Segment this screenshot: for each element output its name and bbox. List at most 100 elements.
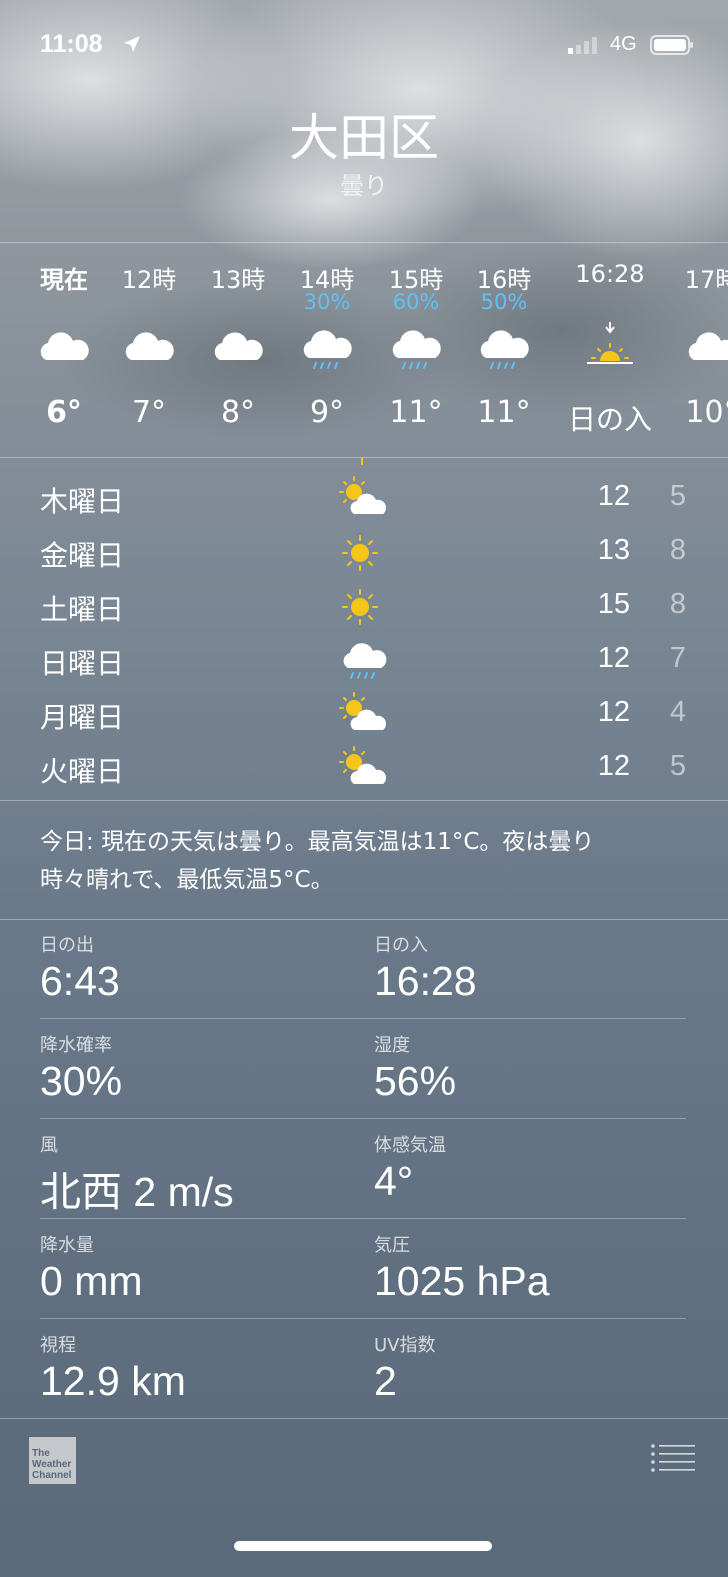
day-low: 7 [669, 642, 686, 674]
precip-chance-label: 降水確率 [40, 1035, 112, 1056]
sunset-label: 日の入 [374, 935, 428, 956]
wind-value: 北西 2 m/s [40, 1169, 234, 1215]
sunrise-value: 6:43 [40, 958, 120, 1004]
day-low: 5 [669, 750, 686, 782]
day-row: 土曜日 15 8 [0, 578, 728, 632]
home-indicator[interactable] [234, 1541, 492, 1551]
divider [40, 1218, 686, 1219]
daily-forecast[interactable]: 木曜日 12 5 金曜日 13 8 土曜日 15 8 日曜日 12 7 月曜日 … [0, 468, 728, 798]
day-name: 土曜日 [40, 593, 125, 626]
battery-icon [650, 35, 693, 55]
day-high: 12 [597, 480, 630, 512]
sunset-value: 16:28 [374, 958, 477, 1004]
cloud-icon [688, 332, 728, 360]
day-high: 12 [597, 750, 630, 782]
divider [0, 457, 728, 458]
logo-text: Channel [32, 1470, 72, 1481]
day-high: 13 [597, 534, 630, 566]
network-type: 4G [610, 33, 637, 55]
hour-precip: 60% [392, 290, 440, 314]
signal-strength-icon [568, 37, 597, 54]
summary-line: 時々晴れで、最低気温5°C。 [40, 867, 334, 893]
divider [0, 800, 728, 801]
hour-label: 12時 [121, 266, 177, 294]
day-high: 12 [597, 696, 630, 728]
day-name: 木曜日 [40, 485, 125, 518]
rain-cloud-icon [303, 330, 352, 369]
hour-temp: 11° [477, 395, 531, 430]
hour-temp: 7° [131, 395, 167, 430]
weather-channel-logo[interactable]: The Weather Channel [29, 1437, 76, 1484]
day-high: 15 [597, 588, 630, 620]
sun-icon [342, 535, 378, 571]
hour-label: 13時 [210, 266, 266, 294]
day-name: 月曜日 [40, 701, 125, 734]
sun-icon [342, 589, 378, 625]
sun-position-marker [361, 457, 363, 465]
visibility-label: 視程 [40, 1335, 76, 1356]
rain-cloud-icon [392, 330, 441, 369]
rain-cloud-icon [343, 643, 387, 679]
precip-amount-value: 0 mm [40, 1258, 143, 1304]
partly-cloudy-icon [339, 746, 387, 784]
cloud-icon [125, 332, 174, 360]
hour-temp: 8° [220, 395, 256, 430]
feels-like-label: 体感気温 [374, 1135, 446, 1156]
city-name: 大田区 [289, 109, 439, 167]
city-list-icon[interactable] [650, 1443, 696, 1473]
hour-label: 17時 [684, 266, 728, 294]
humidity-label: 湿度 [374, 1035, 410, 1056]
location-arrow-icon [124, 36, 140, 52]
day-row: 火曜日 12 5 [0, 740, 728, 794]
divider [0, 1418, 728, 1419]
day-low: 8 [669, 534, 686, 566]
cloud-icon [214, 332, 263, 360]
day-row: 月曜日 12 4 [0, 686, 728, 740]
day-low: 5 [669, 480, 686, 512]
uv-index-value: 2 [374, 1358, 397, 1404]
hour-temp: 6° [46, 395, 82, 430]
uv-index-label: UV指数 [374, 1335, 436, 1356]
pressure-label: 気圧 [374, 1235, 410, 1256]
status-time: 11:08 [40, 30, 103, 58]
pressure-value: 1025 hPa [374, 1258, 550, 1304]
current-condition: 曇り [340, 172, 388, 200]
wind-label: 風 [40, 1135, 58, 1156]
sunset-icon [587, 322, 633, 364]
hour-precip: 50% [480, 290, 528, 314]
day-row: 金曜日 13 8 [0, 524, 728, 578]
divider [40, 1318, 686, 1319]
hour-label: 16:28 [575, 260, 645, 288]
day-high: 12 [597, 642, 630, 674]
feels-like-value: 4° [374, 1158, 414, 1204]
day-name: 金曜日 [40, 539, 125, 572]
sunrise-label: 日の出 [40, 935, 94, 956]
logo-text: Weather [32, 1459, 72, 1470]
humidity-value: 56% [374, 1058, 457, 1104]
day-low: 8 [669, 588, 686, 620]
hour-precip: 30% [303, 290, 351, 314]
today-summary: 今日: 現在の天気は曇り。最高気温は11°C。夜は曇り 時々晴れで、最低気温5°… [40, 823, 680, 899]
rain-cloud-icon [480, 330, 529, 369]
hour-temp: 10° [685, 395, 728, 430]
hour-temp: 11° [389, 395, 443, 430]
day-row: 日曜日 12 7 [0, 632, 728, 686]
logo-text: The [32, 1448, 50, 1459]
precip-chance-value: 30% [40, 1058, 123, 1104]
day-row: 木曜日 12 5 [0, 470, 728, 524]
partly-cloudy-icon [339, 476, 387, 514]
visibility-value: 12.9 km [40, 1358, 186, 1404]
hourly-forecast[interactable]: 現在 6° 12時 7° 13時 8° 14時 30% 9° 15時 60% 1… [0, 242, 728, 457]
hour-temp: 9° [309, 395, 345, 430]
hour-label: 現在 [40, 266, 88, 294]
partly-cloudy-icon [339, 692, 387, 730]
divider [0, 919, 728, 920]
summary-line: 今日: 現在の天気は曇り。最高気温は11°C。夜は曇り [40, 829, 595, 855]
divider [40, 1018, 686, 1019]
divider [40, 1118, 686, 1119]
day-name: 日曜日 [40, 647, 125, 680]
day-name: 火曜日 [40, 755, 125, 788]
hour-temp: 日の入 [567, 403, 652, 436]
cloud-icon [40, 332, 89, 360]
day-low: 4 [669, 696, 686, 728]
